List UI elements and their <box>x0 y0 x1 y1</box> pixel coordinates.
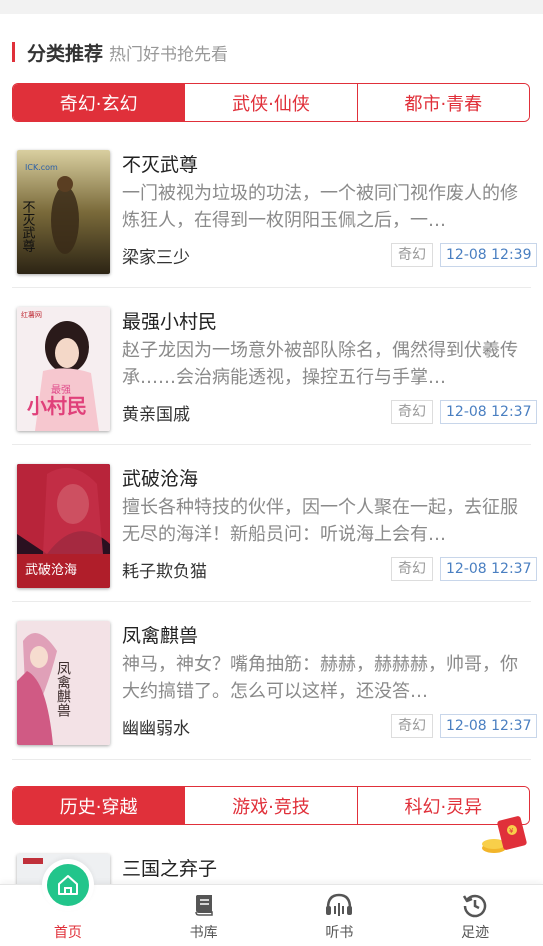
book-author: 黄亲国戚 <box>122 405 190 425</box>
book-description: 一门被视为垃圾的功法，一个被同门视作废人的修炼狂人，在得到一枚阴阳玉佩之后，一… <box>122 183 518 231</box>
update-time-badge: 12-08 12:37 <box>440 400 538 424</box>
nav-library-label: 书库 <box>189 925 218 941</box>
svg-text:¥: ¥ <box>509 827 514 835</box>
book-cover[interactable]: 武破沧海 <box>17 464 110 588</box>
divider <box>12 601 531 602</box>
update-time-badge: 12-08 12:37 <box>440 557 538 581</box>
book-description: 擅长各种特技的伙伴，因一个人聚在一起，去征服无尽的海洋！新船员问：听说海上会有… <box>122 497 518 545</box>
nav-home[interactable]: 首页 <box>0 859 136 946</box>
bottom-nav: 首页 书库 听书 足迹 <box>0 859 543 946</box>
section-title: 分类推荐 <box>27 42 104 65</box>
nav-history[interactable]: 足迹 <box>407 885 543 946</box>
book-item[interactable]: 凤禽麒兽 凤禽麒兽 神马，神女？嘴角抽筋：赫赫，赫赫赫，帅哥，你大约搞错了。怎么… <box>0 613 543 770</box>
home-bubble <box>41 859 94 911</box>
book-description: 赵子龙因为一场意外被部队除名，偶然得到伏羲传承……会治病能透视，操控五行与手掌… <box>122 340 518 388</box>
home-icon <box>57 875 78 895</box>
cover-big-text: 小村民 <box>27 394 87 418</box>
book-item[interactable]: 红薯网 最强 小村民 最强小村民 赵子龙因为一场意外被部队除名，偶然得到伏羲传承… <box>0 299 543 456</box>
book-title: 不灭武尊 <box>122 154 199 176</box>
book-description: 神马，神女？嘴角抽筋：赫赫，赫赫赫，帅哥，你大约搞错了。怎么可以这样，还没答… <box>122 654 518 702</box>
category-tabs-1: 奇幻·玄幻 武侠·仙侠 都市·青春 <box>12 83 530 122</box>
tab-games[interactable]: 游戏·竞技 <box>184 787 357 824</box>
book-item[interactable]: 武破沧海 武破沧海 擅长各种特技的伙伴，因一个人聚在一起，去征服无尽的海洋！新船… <box>0 456 543 613</box>
book-item[interactable]: ICK.com 不灭武尊 不灭武尊 一门被视为垃圾的功法，一个被同门视作废人的修… <box>0 142 543 299</box>
section-accent-bar <box>12 42 15 62</box>
cover-brand: 红薯网 <box>21 310 42 319</box>
update-time-badge: 12-08 12:37 <box>440 714 538 738</box>
nav-library[interactable]: 书库 <box>136 885 272 946</box>
section-header: 分类推荐 热门好书抢先看 <box>0 14 543 90</box>
section-subtitle: 热门好书抢先看 <box>109 44 229 65</box>
tab-history[interactable]: 历史·穿越 <box>13 787 185 824</box>
status-strip <box>0 0 543 14</box>
tab-wuxia[interactable]: 武侠·仙侠 <box>184 84 357 121</box>
book-title: 三国之弃子 <box>122 858 218 880</box>
book-cover[interactable]: 凤禽麒兽 <box>17 621 110 745</box>
book-title: 凤禽麒兽 <box>122 625 199 647</box>
cover-title-text: 凤禽麒兽 <box>55 661 71 717</box>
divider <box>12 759 531 760</box>
book-title: 最强小村民 <box>122 311 218 333</box>
svg-text:ICK.com: ICK.com <box>25 163 58 172</box>
book-cover[interactable]: 红薯网 最强 小村民 <box>17 307 110 431</box>
nav-audiobook[interactable]: 听书 <box>272 885 408 946</box>
tab-fantasy[interactable]: 奇幻·玄幻 <box>13 84 185 121</box>
category-badge: 奇幻 <box>391 714 433 738</box>
book-title: 武破沧海 <box>122 468 199 490</box>
update-time-badge: 12-08 12:39 <box>440 243 538 267</box>
nav-home-label: 首页 <box>53 925 82 941</box>
book-author: 梁家三少 <box>122 248 190 268</box>
divider <box>12 444 531 445</box>
category-badge: 奇幻 <box>391 243 433 267</box>
divider <box>12 287 531 288</box>
category-tabs-2: 历史·穿越 游戏·竞技 科幻·灵异 <box>12 786 530 825</box>
tab-urban[interactable]: 都市·青春 <box>356 84 529 121</box>
headphones-icon <box>326 893 353 916</box>
cover-title-text: 不灭武尊 <box>20 200 36 252</box>
book-author: 耗子欺负猫 <box>122 562 207 582</box>
nav-history-label: 足迹 <box>461 925 490 941</box>
library-icon <box>194 895 213 916</box>
history-icon <box>463 894 487 918</box>
book-author: 幽幽弱水 <box>122 719 190 739</box>
book-cover[interactable]: ICK.com 不灭武尊 <box>17 150 110 274</box>
category-badge: 奇幻 <box>391 557 433 581</box>
nav-audiobook-label: 听书 <box>325 925 354 941</box>
category-badge: 奇幻 <box>391 400 433 424</box>
cover-title-text: 武破沧海 <box>25 562 77 578</box>
